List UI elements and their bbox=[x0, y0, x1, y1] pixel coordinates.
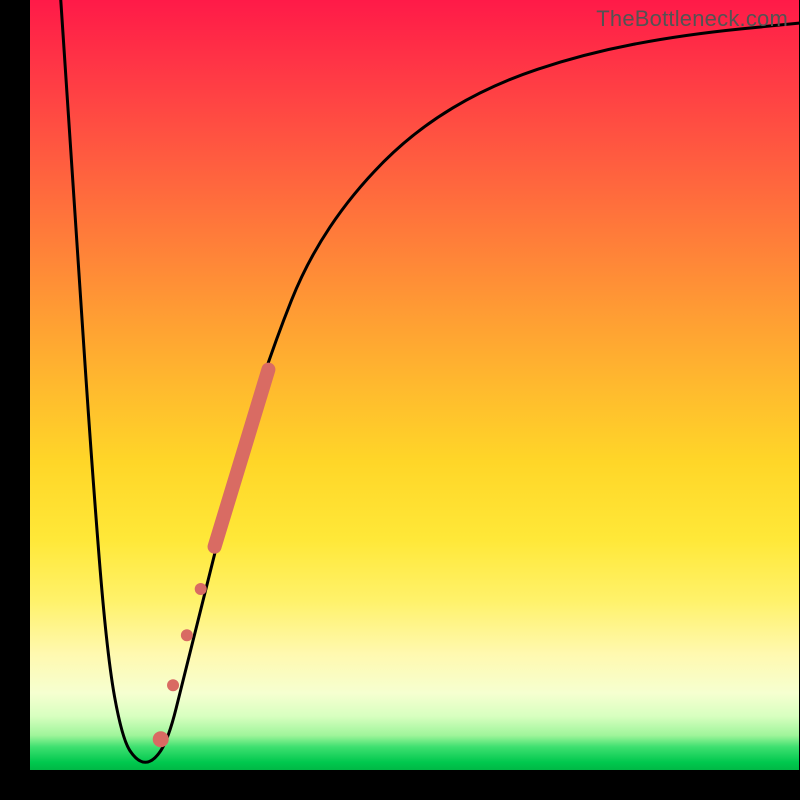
watermark-text: TheBottleneck.com bbox=[596, 6, 788, 32]
marker-dot bbox=[195, 583, 207, 595]
plot-area bbox=[30, 0, 799, 770]
marker-segment bbox=[215, 370, 269, 547]
markers bbox=[153, 370, 269, 748]
v-curve bbox=[61, 0, 799, 762]
curve-layer bbox=[30, 0, 799, 770]
marker-dot bbox=[153, 731, 169, 747]
chart-stage: TheBottleneck.com bbox=[0, 0, 800, 800]
marker-dot bbox=[167, 679, 179, 691]
marker-dot bbox=[181, 629, 193, 641]
